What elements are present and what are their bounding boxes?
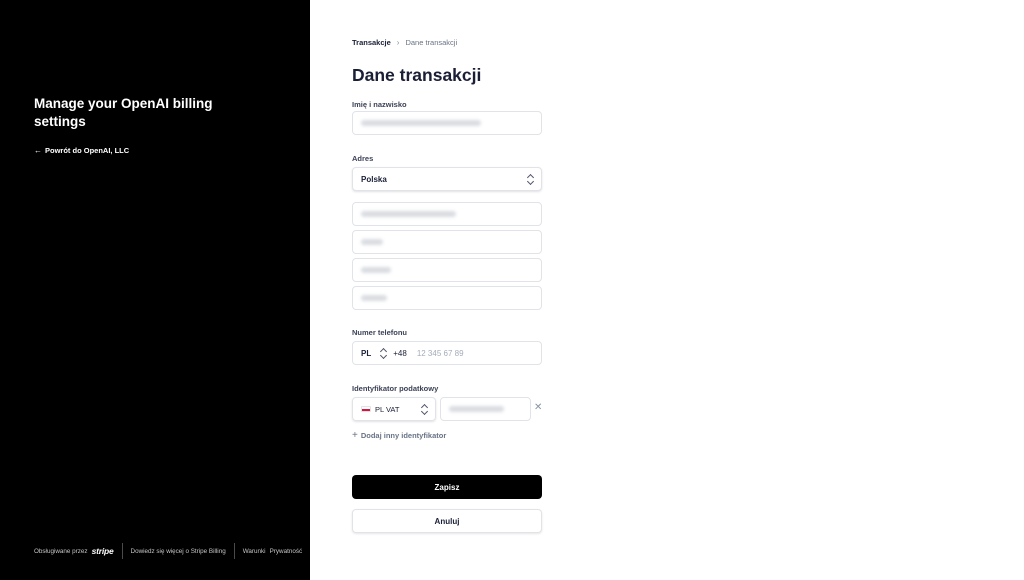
page-title: Dane transakcji (352, 65, 482, 85)
tax-type-select[interactable]: PL VAT (352, 397, 436, 421)
phone-dial-code: +48 (393, 348, 407, 358)
phone-input[interactable]: 12 345 67 89 (417, 349, 464, 358)
footer-divider (233, 543, 235, 559)
add-tax-id-link[interactable]: + Dodaj inny identyfikator (352, 430, 446, 441)
up-down-chevron-icon (420, 404, 428, 415)
redacted-value (361, 295, 387, 301)
powered-by-text: Obsługiwane przez (34, 547, 88, 555)
plus-icon: + (352, 430, 358, 441)
up-down-chevron-icon[interactable] (379, 348, 387, 359)
cancel-button[interactable]: Anuluj (352, 509, 542, 533)
address-line1-input[interactable] (352, 202, 542, 226)
back-link-label: Powrót do OpenAI, LLC (45, 146, 130, 155)
back-link[interactable]: ← Powrót do OpenAI, LLC (34, 146, 129, 155)
phone-label: Numer telefonu (352, 328, 408, 337)
poland-flag-icon (361, 406, 371, 412)
address-line2-input[interactable] (352, 230, 542, 254)
breadcrumb: Transakcje › Dane transakcji (352, 38, 457, 47)
stripe-logo[interactable]: stripe (92, 546, 114, 556)
up-down-chevron-icon (526, 174, 534, 185)
city-input[interactable] (352, 286, 542, 310)
tax-id-label: Identyfikator podatkowy (352, 384, 439, 393)
tax-id-input[interactable] (440, 397, 531, 421)
postal-code-input[interactable] (352, 258, 542, 282)
redacted-value (361, 267, 391, 273)
arrow-left-icon: ← (34, 146, 42, 155)
redacted-value (361, 211, 456, 217)
redacted-value (361, 239, 383, 245)
phone-field[interactable]: PL +48 12 345 67 89 (352, 341, 542, 365)
breadcrumb-transactions[interactable]: Transakcje (352, 38, 391, 47)
terms-link[interactable]: Warunki (243, 548, 266, 555)
breadcrumb-current: Dane transakcji (405, 38, 458, 47)
footer-divider (121, 543, 123, 559)
redacted-value (361, 120, 481, 126)
close-icon[interactable]: ✕ (534, 402, 542, 413)
sidebar-footer: Obsługiwane przez stripe Dowiedz się wię… (34, 543, 302, 559)
name-label: Imię i nazwisko (352, 100, 407, 109)
sidebar: Manage your OpenAI billing settings ← Po… (0, 0, 310, 580)
tax-type-value: PL VAT (375, 404, 400, 414)
stripe-billing-link[interactable]: Dowiedz się więcej o Stripe Billing (131, 548, 226, 555)
redacted-value (449, 406, 504, 412)
sidebar-title: Manage your OpenAI billing settings (34, 96, 213, 129)
chevron-right-icon: › (396, 38, 400, 47)
country-select[interactable]: Polska (352, 167, 542, 191)
phone-country-code[interactable]: PL (361, 349, 371, 358)
country-value: Polska (361, 174, 387, 184)
save-button[interactable]: Zapisz (352, 475, 542, 499)
add-tax-id-label: Dodaj inny identyfikator (360, 431, 447, 440)
name-input[interactable] (352, 111, 542, 135)
privacy-link[interactable]: Prywatność (270, 548, 303, 555)
address-label: Adres (352, 154, 374, 163)
